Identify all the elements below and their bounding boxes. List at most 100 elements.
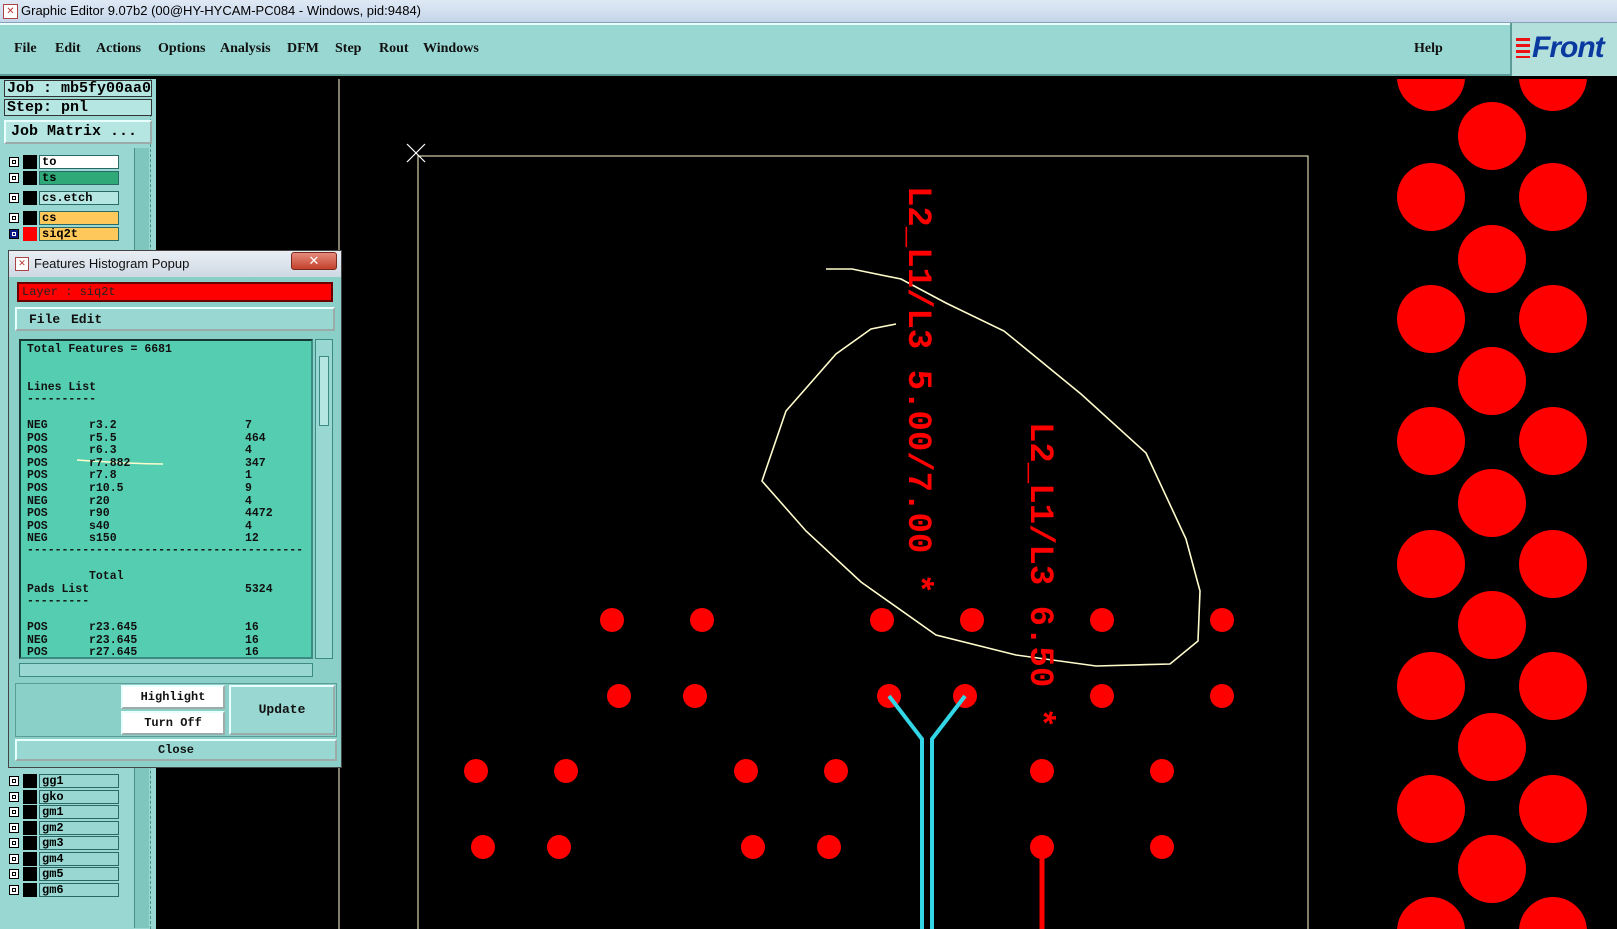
- polarity-cell: NEG: [27, 419, 48, 432]
- symbol-cell: r7.8: [89, 469, 117, 483]
- layer-row[interactable]: to: [4, 155, 144, 169]
- menu-windows[interactable]: Windows: [423, 41, 479, 57]
- layer-row[interactable]: gko: [4, 790, 144, 804]
- layer-checkbox[interactable]: [9, 869, 19, 879]
- layer-checkbox[interactable]: [9, 229, 19, 239]
- layer-checkbox[interactable]: [9, 173, 19, 183]
- close-button[interactable]: Close: [15, 739, 337, 761]
- layer-name[interactable]: ts: [39, 171, 119, 185]
- layer-name[interactable]: gm5: [39, 867, 119, 881]
- turn-off-button[interactable]: Turn Off: [121, 711, 225, 735]
- layer-row[interactable]: gm5: [4, 867, 144, 881]
- logo-text: Front: [1532, 31, 1605, 64]
- polarity-cell: NEG: [27, 494, 48, 508]
- menu-edit[interactable]: Edit: [55, 41, 81, 57]
- cyan-trace: [887, 694, 967, 929]
- menu-file[interactable]: File: [14, 41, 37, 57]
- histogram-hscrollbar[interactable]: [19, 663, 313, 677]
- annotation-text-2: L2_L1/L3 6.50 *: [1020, 422, 1058, 728]
- layer-color-mark: [23, 774, 37, 788]
- symbol-cell: r7.882: [89, 456, 131, 470]
- menu-rout[interactable]: Rout: [379, 41, 409, 57]
- count-cell: 12: [245, 532, 259, 546]
- layer-checkbox[interactable]: [9, 885, 19, 895]
- layer-name[interactable]: gm3: [39, 836, 119, 850]
- pads-list-underline: ---------: [27, 595, 90, 608]
- layer-name[interactable]: cs.etch: [39, 191, 119, 205]
- popup-menu-file[interactable]: File: [29, 312, 60, 327]
- symbol-cell: s150: [89, 532, 117, 546]
- layer-name[interactable]: gg1: [39, 774, 119, 788]
- hand-drawn-outline: [761, 268, 1201, 667]
- layer-color-mark: [23, 852, 37, 866]
- layer-checkbox[interactable]: [9, 776, 19, 786]
- popup-titlebar[interactable]: ✕ Features Histogram Popup ✕: [9, 251, 341, 277]
- histogram-row: POS r27.645 16: [27, 646, 311, 657]
- pcb-view[interactable]: L2_L1/L3 5.00/7.00 * L2_L1/L3 6.50 *: [156, 79, 1617, 929]
- highlight-button[interactable]: Highlight: [121, 685, 225, 709]
- count-cell: 7: [245, 419, 252, 432]
- layer-row[interactable]: cs: [4, 211, 144, 225]
- popup-layer-label: Layer : siq2t: [17, 282, 333, 302]
- polarity-cell: POS: [27, 469, 48, 483]
- layer-checkbox[interactable]: [9, 213, 19, 223]
- polarity-cell: NEG: [27, 532, 48, 546]
- layer-row[interactable]: gm3: [4, 836, 144, 850]
- histogram-row: NEG r23.645 16: [27, 633, 311, 647]
- graphic-canvas[interactable]: L2_L1/L3 5.00/7.00 * L2_L1/L3 6.50 *: [156, 79, 1617, 929]
- menu-help[interactable]: Help: [1414, 41, 1443, 57]
- scrollbar-thumb[interactable]: [319, 356, 329, 426]
- layer-name[interactable]: gm6: [39, 883, 119, 897]
- layer-checkbox[interactable]: [9, 157, 19, 167]
- window-titlebar: ✕ Graphic Editor 9.07b2 (00@HY-HYCAM-PC0…: [0, 0, 1617, 23]
- layer-row[interactable]: gg1: [4, 774, 144, 788]
- layer-checkbox[interactable]: [9, 807, 19, 817]
- histogram-vscrollbar[interactable]: [315, 339, 333, 659]
- count-cell: 16: [245, 633, 259, 647]
- layer-row[interactable]: gm4: [4, 852, 144, 866]
- layer-name[interactable]: gm4: [39, 852, 119, 866]
- count-cell: 4: [245, 494, 252, 508]
- layer-name[interactable]: siq2t: [39, 227, 119, 241]
- menu-options[interactable]: Options: [158, 41, 205, 57]
- lines-total-rule: ----------------------------------------: [27, 544, 304, 557]
- menu-step[interactable]: Step: [335, 41, 361, 57]
- menu-analysis[interactable]: Analysis: [220, 41, 271, 57]
- job-matrix-button[interactable]: Job Matrix ...: [4, 120, 152, 144]
- layer-checkbox[interactable]: [9, 823, 19, 833]
- layer-color-mark: [23, 790, 37, 804]
- close-icon[interactable]: ✕: [291, 252, 337, 270]
- layer-color-mark: [23, 227, 37, 241]
- layer-checkbox[interactable]: [9, 838, 19, 848]
- update-button[interactable]: Update: [229, 685, 335, 735]
- count-cell: 4: [245, 444, 252, 458]
- layer-row[interactable]: ts: [4, 171, 144, 185]
- layer-row[interactable]: gm2: [4, 821, 144, 835]
- layer-name[interactable]: gko: [39, 790, 119, 804]
- menu-dfm[interactable]: DFM: [287, 41, 319, 57]
- polarity-cell: POS: [27, 431, 48, 445]
- layer-checkbox[interactable]: [9, 854, 19, 864]
- popup-menu-edit[interactable]: Edit: [71, 312, 102, 327]
- layer-row-selected[interactable]: siq2t: [4, 227, 144, 241]
- layer-row[interactable]: gm6: [4, 883, 144, 897]
- layer-checkbox[interactable]: [9, 193, 19, 203]
- logo-stripes-icon: [1516, 38, 1530, 58]
- menu-actions[interactable]: Actions: [96, 41, 141, 57]
- lines-total-row: Total 5324: [27, 557, 311, 596]
- layer-row[interactable]: cs.etch: [4, 191, 144, 205]
- symbol-cell: r90: [89, 507, 110, 521]
- app-icon: ✕: [3, 4, 18, 19]
- layer-name[interactable]: to: [39, 155, 119, 169]
- layer-name[interactable]: gm2: [39, 821, 119, 835]
- layer-row[interactable]: gm1: [4, 805, 144, 819]
- layer-name[interactable]: gm1: [39, 805, 119, 819]
- lines-total-label: Total: [89, 570, 124, 583]
- histogram-row: POS r90 4472: [27, 507, 311, 521]
- layer-color-mark: [23, 211, 37, 225]
- symbol-cell: r10.5: [89, 482, 124, 495]
- layer-checkbox[interactable]: [9, 792, 19, 802]
- layer-name[interactable]: cs: [39, 211, 119, 225]
- pad-group: [464, 608, 1234, 859]
- histogram-list[interactable]: Total Features = 6681 Lines List -------…: [19, 339, 313, 659]
